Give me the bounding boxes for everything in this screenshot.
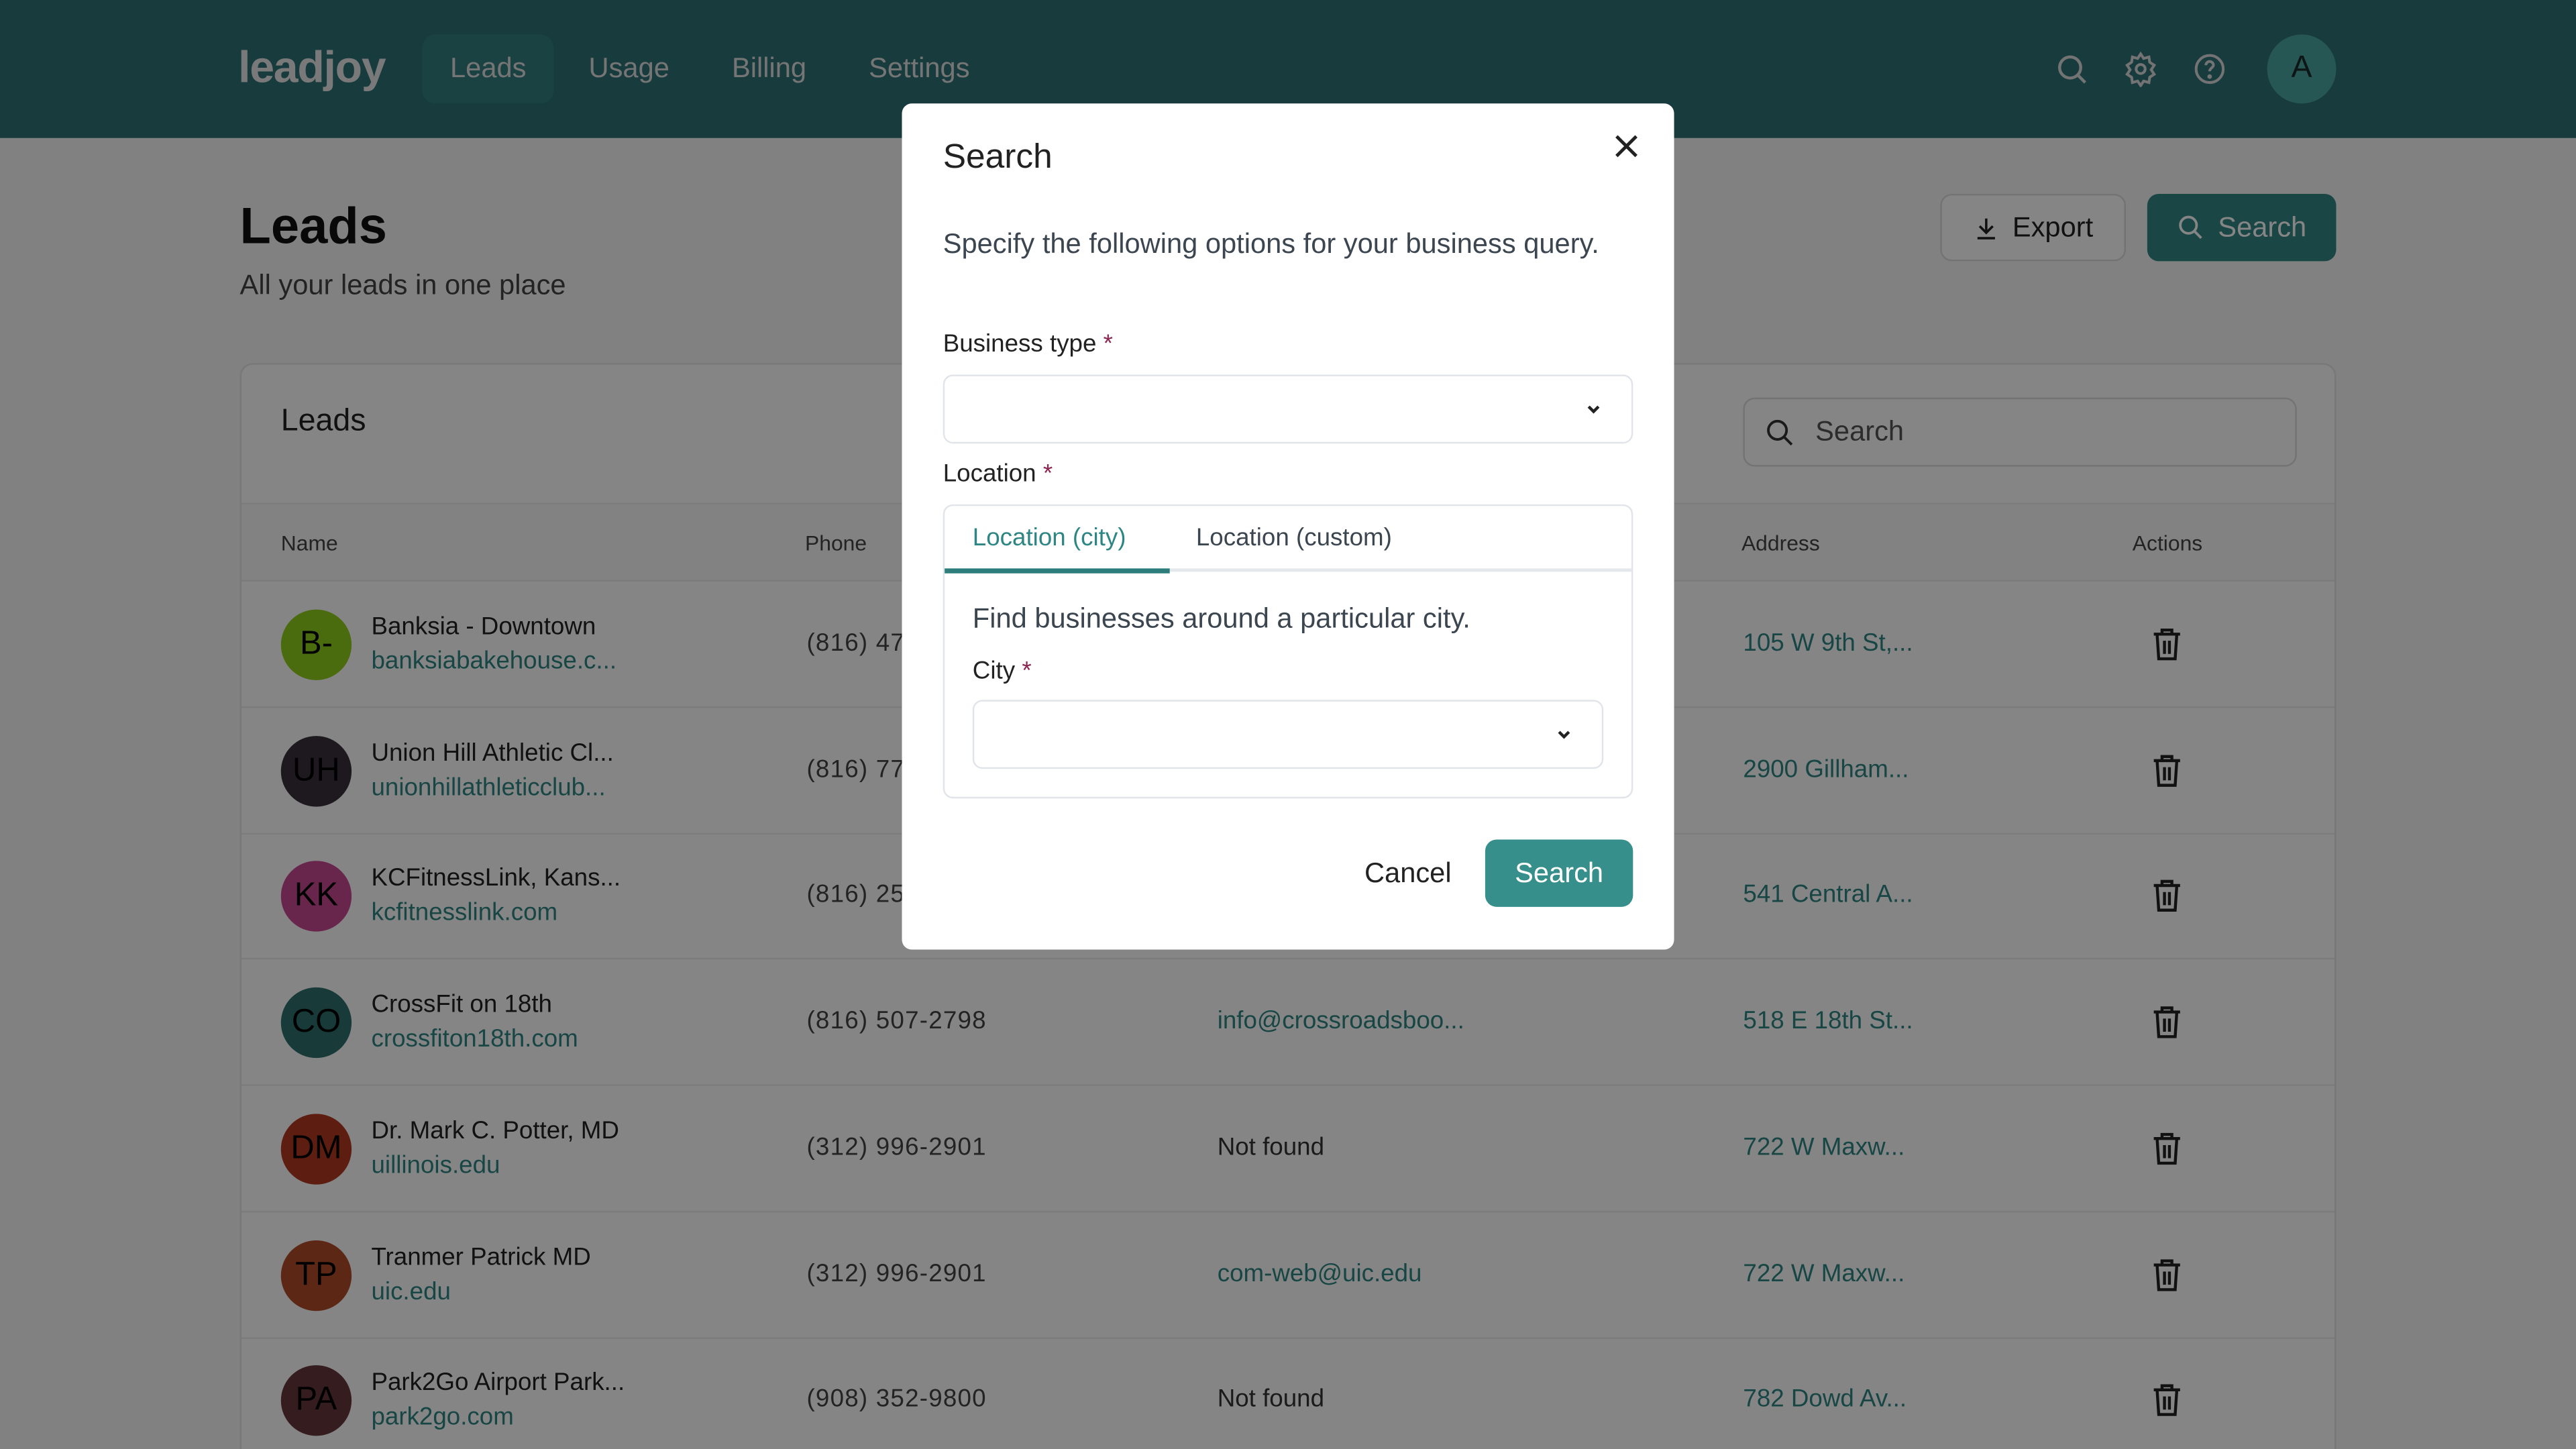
active-tab-indicator [945, 568, 1170, 574]
required-mark: * [1042, 460, 1053, 488]
business-type-select[interactable] [943, 374, 1633, 444]
label-text: Business type [943, 330, 1097, 358]
label-text: Location [943, 460, 1036, 488]
chevron-down-icon [1587, 405, 1600, 414]
tab-description: Find businesses around a particular city… [972, 602, 1470, 635]
app: leadjoy Leads Usage Billing Settings A L… [0, 0, 2576, 1449]
modal-title: Search [943, 138, 1053, 176]
label-text: City [972, 657, 1016, 686]
search-modal: Search Specify the following options for… [902, 103, 1674, 950]
city-label: City * [973, 657, 1032, 686]
required-mark: * [1103, 330, 1113, 358]
close-icon[interactable] [1610, 129, 1643, 162]
location-tabs: Location (city) Location (custom) Find b… [943, 504, 1633, 799]
required-mark: * [1022, 657, 1032, 686]
chevron-down-icon [1558, 731, 1570, 739]
cancel-button[interactable]: Cancel [1326, 839, 1490, 906]
city-select[interactable] [972, 700, 1604, 769]
modal-description: Specify the following options for your b… [943, 228, 1599, 260]
location-label: Location * [943, 460, 1053, 488]
business-type-label: Business type * [943, 330, 1113, 358]
tab-location-city[interactable]: Location (city) [973, 524, 1126, 552]
tab-list: Location (city) Location (custom) [945, 506, 1631, 574]
submit-search-button[interactable]: Search [1485, 839, 1633, 907]
tab-location-custom[interactable]: Location (custom) [1196, 524, 1392, 552]
